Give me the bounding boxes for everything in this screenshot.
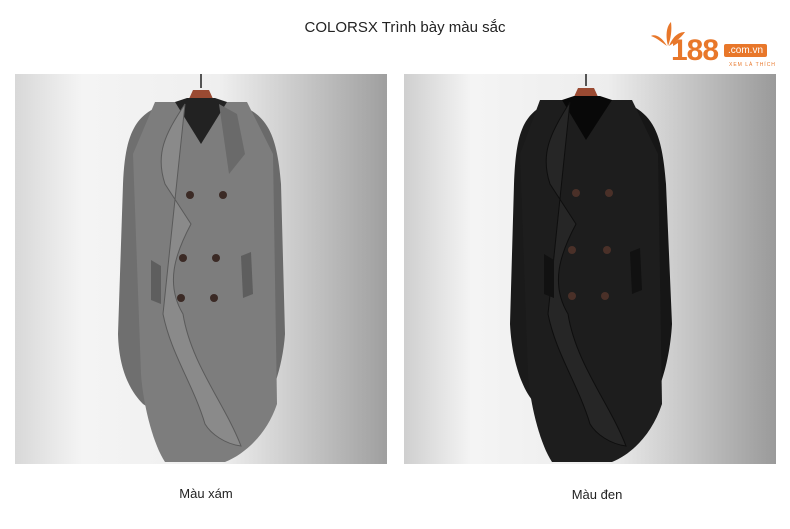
logo-number: 188 xyxy=(671,34,719,67)
product-image-grey[interactable] xyxy=(15,74,387,464)
logo-tagline: XEM LÀ THÍCH xyxy=(729,62,776,68)
caption-black: Màu đen xyxy=(571,487,623,502)
brand-logo[interactable]: 188 .com.vn XEM LÀ THÍCH xyxy=(651,22,777,70)
grey-coat-illustration xyxy=(118,74,285,462)
caption-grey: Màu xám xyxy=(179,486,233,501)
logo-domain: .com.vn xyxy=(724,44,768,57)
black-coat-illustration xyxy=(510,74,672,462)
product-image-black[interactable] xyxy=(404,74,776,464)
